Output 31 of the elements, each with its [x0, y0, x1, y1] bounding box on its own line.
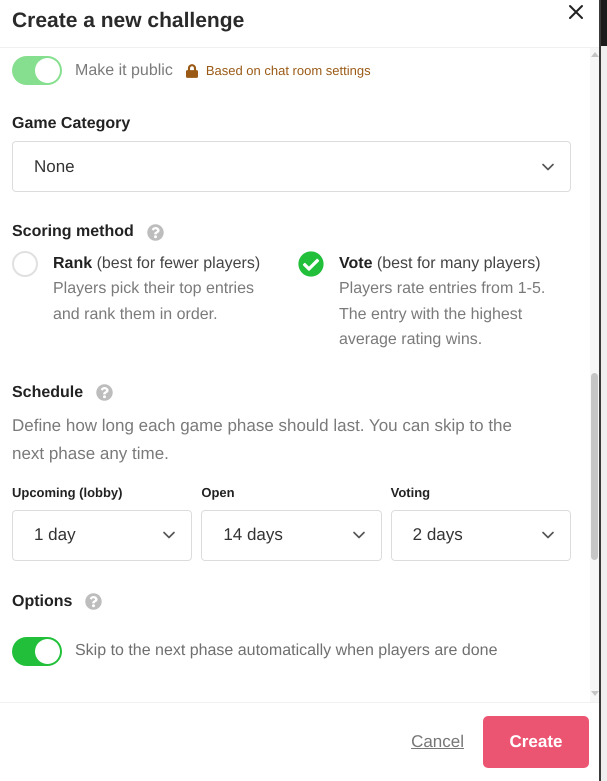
dialog-title: Create a new challenge: [12, 8, 244, 34]
section-description: Define how long each game phase should last. You can skip to the next phase any time.: [12, 414, 513, 464]
dropdown-select[interactable]: 1 day: [12, 510, 192, 560]
help-icon[interactable]: [146, 224, 164, 240]
scrollbar[interactable]: [590, 48, 599, 702]
phase-label: Upcoming (lobby): [12, 484, 124, 500]
option-description: Players pick their top entries and rank them in order.: [53, 279, 255, 324]
toggle-switch[interactable]: [12, 636, 62, 666]
dropdown-select[interactable]: None: [12, 141, 571, 192]
help-icon[interactable]: [85, 593, 102, 610]
section-heading: Options: [12, 592, 72, 612]
section-heading: Game Category: [12, 114, 132, 134]
cancel-link[interactable]: Cancel: [411, 732, 464, 752]
section-heading: Scoring method: [12, 222, 134, 242]
settings-note: Based on chat room settings: [206, 63, 371, 78]
lock-icon: [186, 64, 198, 78]
scroll-up-icon[interactable]: [590, 52, 598, 57]
scroll-down-icon[interactable]: [590, 691, 598, 696]
section-heading: Schedule: [12, 382, 84, 402]
help-icon[interactable]: [96, 384, 114, 401]
option-title: Rank (best for fewer players): [53, 254, 262, 274]
dropdown-select[interactable]: 2 days: [390, 510, 571, 560]
scrollbar-thumb[interactable]: [591, 373, 598, 560]
phase-label: Open: [201, 484, 236, 500]
toggle-label: Make it public: [75, 62, 173, 80]
option-description: Players rate entries from 1-5. The entry with the highest average rating wins.: [339, 279, 546, 350]
dropdown-select[interactable]: 14 days: [201, 510, 382, 560]
radio-button[interactable]: [12, 251, 38, 277]
toggle-label: Skip to the next phase automatically when players are done: [75, 642, 498, 660]
option-title: Vote (best for many players): [339, 254, 542, 274]
phase-label: Voting: [390, 484, 432, 500]
